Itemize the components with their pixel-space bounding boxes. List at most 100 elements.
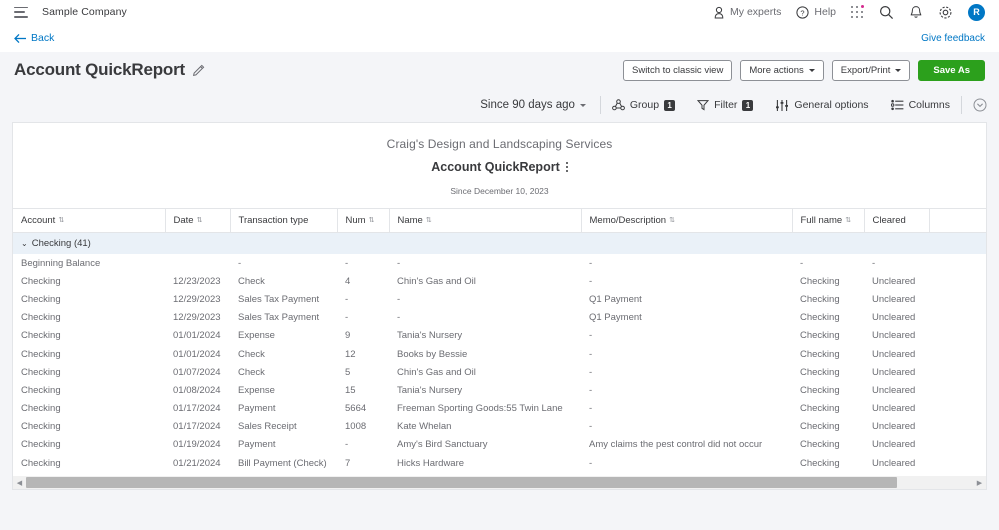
report-toolbar: Since 90 days ago Group 1 Filter 1 Gener… <box>0 88 999 122</box>
cell-cleared: Uncleared <box>864 345 929 363</box>
table-row[interactable]: Checking01/21/2024Bill Payment (Check)7H… <box>13 454 987 472</box>
cell-full-name: Checking <box>792 436 864 454</box>
table-header: Account⇅Date⇅Transaction typeNum⇅Name⇅Me… <box>13 209 987 233</box>
group-icon <box>612 99 625 112</box>
cell-extra <box>929 400 987 418</box>
column-header-date[interactable]: Date⇅ <box>165 209 230 233</box>
cell-type: Check <box>230 272 337 290</box>
column-header-name[interactable]: Name⇅ <box>389 209 581 233</box>
table-row[interactable]: Checking01/01/2024Expense9Tania's Nurser… <box>13 327 987 345</box>
cell-type: - <box>230 254 337 272</box>
cell-type: Bill Payment (Check) <box>230 454 337 472</box>
collapse-circle-icon[interactable] <box>962 95 987 115</box>
gear-icon[interactable] <box>938 5 953 20</box>
hamburger-icon[interactable] <box>14 7 28 18</box>
columns-button[interactable]: Columns <box>880 95 961 115</box>
sort-toggle-icon[interactable]: ⇅ <box>426 217 432 224</box>
sort-toggle-icon[interactable]: ⇅ <box>845 217 851 224</box>
sort-toggle-icon[interactable]: ⇅ <box>369 217 375 224</box>
cell-cleared: Uncleared <box>864 436 929 454</box>
chevron-down-icon <box>580 104 586 107</box>
save-as-button[interactable]: Save As <box>918 60 985 81</box>
sort-toggle-icon[interactable]: ⇅ <box>669 217 675 224</box>
global-top-bar: Sample Company My experts ? Help <box>0 0 999 24</box>
search-icon[interactable] <box>879 5 894 20</box>
table-row[interactable]: Checking01/07/2024Check5Chin's Gas and O… <box>13 363 987 381</box>
export-print-button[interactable]: Export/Print <box>832 60 911 81</box>
cell-account: Checking <box>13 454 165 472</box>
cell-full-name: Checking <box>792 400 864 418</box>
column-header-memo-description[interactable]: Memo/Description⇅ <box>581 209 792 233</box>
sort-toggle-icon[interactable]: ⇅ <box>58 217 64 224</box>
more-options-icon[interactable] <box>566 162 568 171</box>
table-row[interactable]: Checking01/17/2024Payment5664Freeman Spo… <box>13 400 987 418</box>
table-row[interactable]: Checking01/19/2024Payment-Amy's Bird San… <box>13 436 987 454</box>
group-button[interactable]: Group 1 <box>601 95 686 115</box>
avatar[interactable]: R <box>968 4 985 21</box>
pencil-icon[interactable] <box>192 64 205 77</box>
scroll-left-arrow-icon[interactable]: ◀ <box>13 479 26 487</box>
column-header-label: Memo/Description <box>590 215 667 226</box>
bell-icon[interactable] <box>909 5 923 20</box>
table-row[interactable]: Checking12/29/2023Sales Tax Payment--Q1 … <box>13 309 987 327</box>
give-feedback-link[interactable]: Give feedback <box>921 33 985 44</box>
group-row-cell: ⌄Checking (41) <box>13 233 987 255</box>
table-row[interactable]: Checking01/08/2024Expense15Tania's Nurse… <box>13 381 987 399</box>
table-row[interactable]: Checking01/01/2024Check12Books by Bessie… <box>13 345 987 363</box>
cell-name: - <box>389 290 581 308</box>
scrollbar-thumb[interactable] <box>26 477 897 488</box>
report-company-name: Craig's Design and Landscaping Services <box>13 137 986 151</box>
switch-to-classic-view-button[interactable]: Switch to classic view <box>623 60 732 81</box>
cell-name: Chin's Gas and Oil <box>389 363 581 381</box>
cell-extra <box>929 272 987 290</box>
table-row[interactable]: Checking01/17/2024Sales Receipt1008Kate … <box>13 418 987 436</box>
back-button[interactable]: Back <box>14 32 54 44</box>
cell-name: Hicks Hardware <box>389 454 581 472</box>
report-footer <box>0 490 999 496</box>
column-header-num[interactable]: Num⇅ <box>337 209 389 233</box>
table-row[interactable]: Checking12/23/2023Check4Chin's Gas and O… <box>13 272 987 290</box>
company-name: Sample Company <box>42 6 127 18</box>
apps-grid-icon[interactable] <box>851 6 864 19</box>
cell-cleared: Uncleared <box>864 309 929 327</box>
help-circle-icon: ? <box>796 6 809 19</box>
help-button[interactable]: ? Help <box>796 6 836 19</box>
table-header-row: Account⇅Date⇅Transaction typeNum⇅Name⇅Me… <box>13 209 987 233</box>
table-group-row[interactable]: ⌄Checking (41) <box>13 233 987 255</box>
cell-date: 12/29/2023 <box>165 309 230 327</box>
export-print-label: Export/Print <box>841 65 891 76</box>
horizontal-scrollbar[interactable]: ◀ ▶ <box>13 476 986 489</box>
report-title-row: Account QuickReport <box>431 160 568 174</box>
cell-type: Sales Receipt <box>230 418 337 436</box>
cell-date: 12/23/2023 <box>165 272 230 290</box>
cell-extra <box>929 290 987 308</box>
report-table: Account⇅Date⇅Transaction typeNum⇅Name⇅Me… <box>13 208 987 490</box>
cell-type: Expense <box>230 381 337 399</box>
cell-num: - <box>337 290 389 308</box>
column-header-account[interactable]: Account⇅ <box>13 209 165 233</box>
cell-date: 01/01/2024 <box>165 345 230 363</box>
cell-date: 01/01/2024 <box>165 327 230 345</box>
cell-date <box>165 254 230 272</box>
sort-toggle-icon[interactable]: ⇅ <box>197 217 203 224</box>
column-header-full-name[interactable]: Full name⇅ <box>792 209 864 233</box>
cell-full-name: Checking <box>792 290 864 308</box>
cell-memo: Amy claims the pest control did not occu… <box>581 436 792 454</box>
date-range-label: Since 90 days ago <box>480 99 575 111</box>
table-row[interactable]: Beginning Balance------ <box>13 254 987 272</box>
my-experts-button[interactable]: My experts <box>713 6 781 19</box>
sliders-icon <box>775 99 789 112</box>
page-title-bar: Account QuickReport Switch to classic vi… <box>0 52 999 88</box>
more-actions-button[interactable]: More actions <box>740 60 823 81</box>
column-header-label: Cleared <box>873 215 906 226</box>
filter-button[interactable]: Filter 1 <box>686 95 764 115</box>
date-range-selector[interactable]: Since 90 days ago <box>469 95 600 115</box>
cell-num: 5664 <box>337 400 389 418</box>
scroll-right-arrow-icon[interactable]: ▶ <box>973 479 986 487</box>
scrollbar-track[interactable] <box>26 476 973 489</box>
cell-cleared: Uncleared <box>864 363 929 381</box>
general-options-button[interactable]: General options <box>764 95 879 115</box>
chevron-down-icon[interactable]: ⌄ <box>21 239 28 248</box>
cell-memo: - <box>581 272 792 290</box>
table-row[interactable]: Checking12/29/2023Sales Tax Payment--Q1 … <box>13 290 987 308</box>
